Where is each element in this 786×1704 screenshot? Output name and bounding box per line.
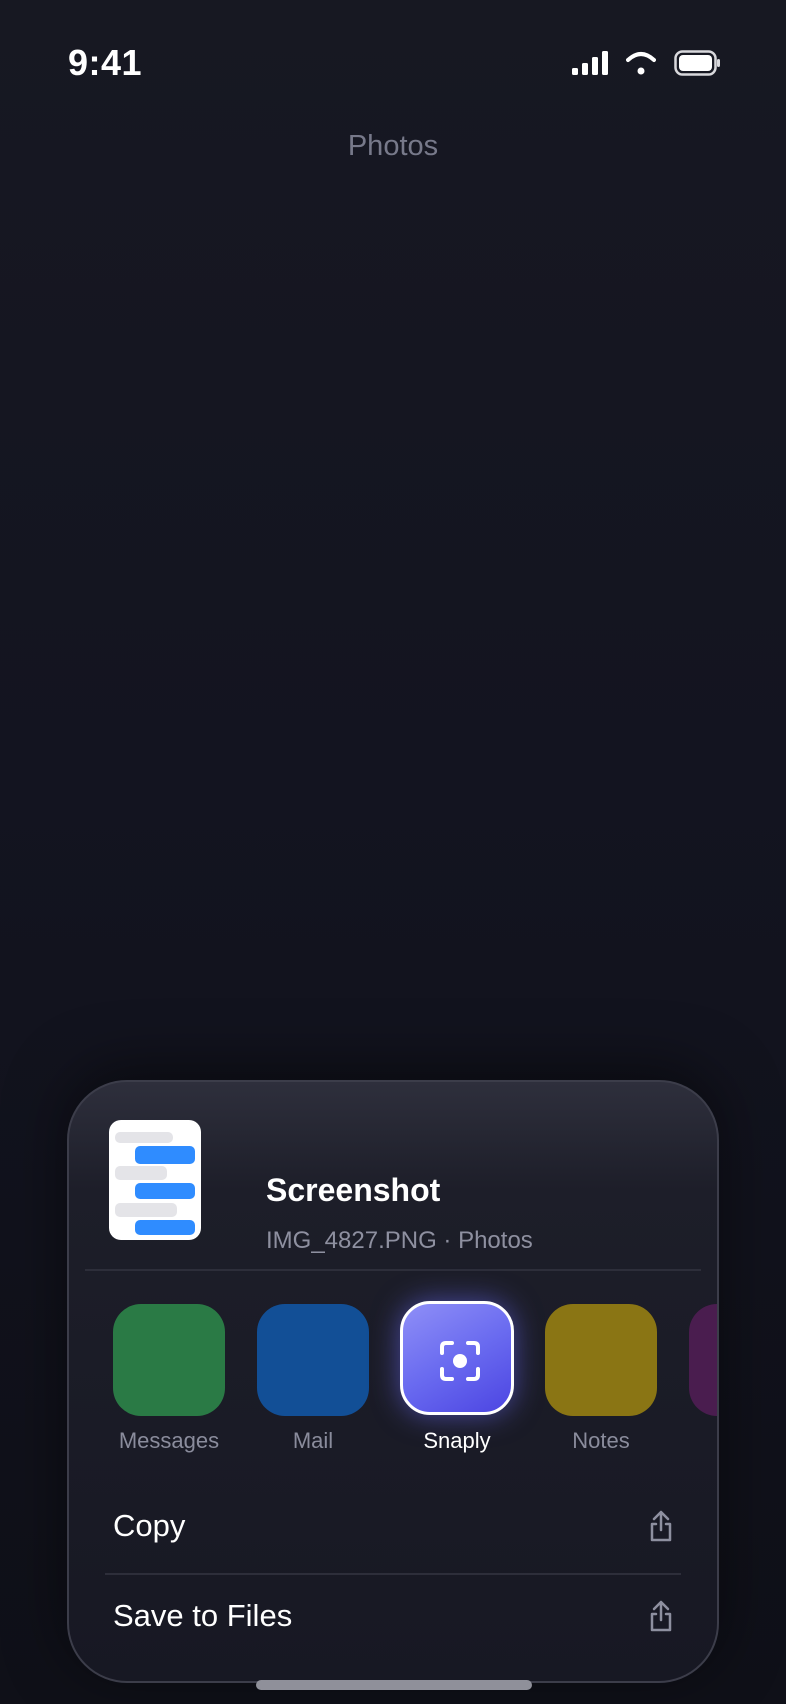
signal-icon (572, 51, 608, 75)
action-copy[interactable]: Copy (69, 1486, 717, 1572)
share-icon (650, 1600, 672, 1632)
action-label-save-to-files: Save to Files (113, 1598, 293, 1633)
messages-app-icon[interactable] (113, 1304, 225, 1416)
action-save-to-files[interactable]: Save to Files (69, 1576, 717, 1662)
wifi-icon (626, 52, 656, 75)
divider (105, 1573, 681, 1575)
app-label-slack: Slack (659, 1428, 717, 1454)
status-time: 9:41 (68, 42, 143, 83)
nav-title: Photos (347, 130, 439, 162)
home-indicator[interactable] (256, 1680, 532, 1690)
share-icon (650, 1510, 672, 1542)
preview-title: Screenshot (266, 1172, 441, 1208)
status-bar: 9:41 (0, 0, 786, 130)
mail-app-icon[interactable] (257, 1304, 369, 1416)
focus-camera-icon (440, 1341, 480, 1381)
screenshot-thumbnail (109, 1120, 201, 1240)
slack-app-icon[interactable] (689, 1304, 717, 1416)
divider (85, 1269, 701, 1271)
battery-icon (674, 50, 720, 76)
preview-subtitle: IMG_4827.PNG · Photos (266, 1227, 533, 1254)
status-icons (572, 50, 720, 76)
notes-app-icon[interactable] (545, 1304, 657, 1416)
action-label-copy: Copy (113, 1508, 186, 1543)
share-sheet: Screenshot IMG_4827.PNG · Photos Message… (67, 1080, 719, 1683)
snaply-app-icon[interactable] (400, 1301, 514, 1415)
